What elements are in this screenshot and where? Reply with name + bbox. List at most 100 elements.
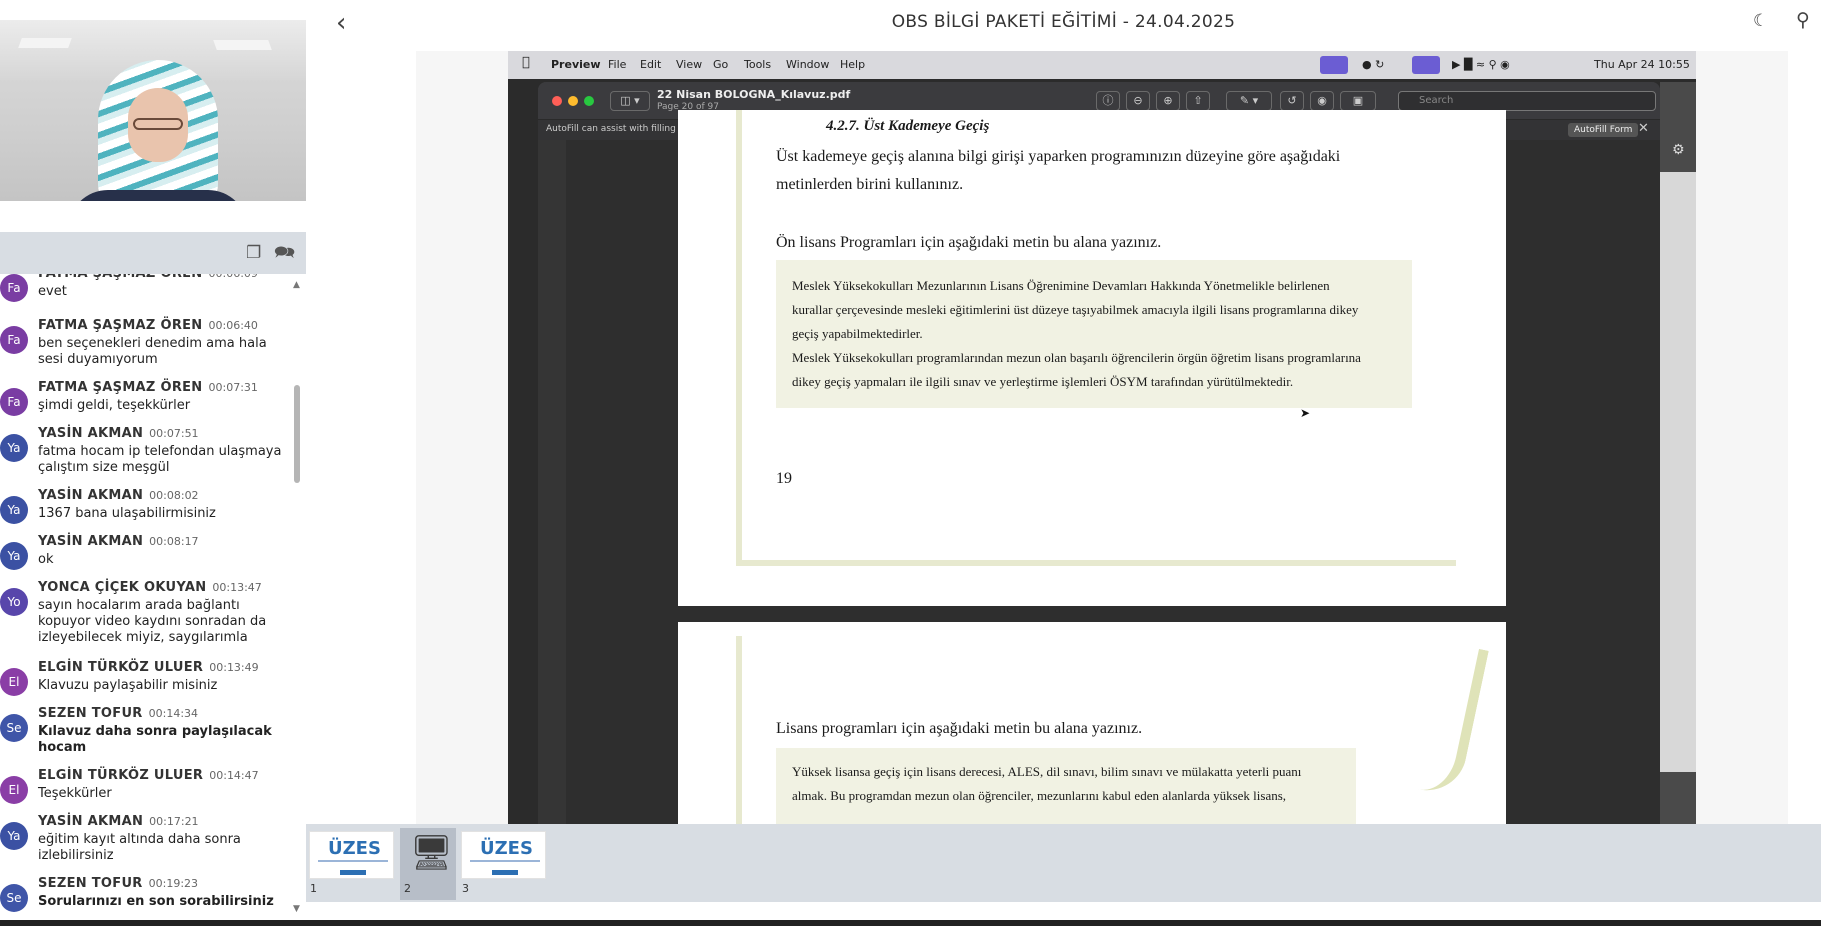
preview-search-field: Search [1398, 91, 1656, 111]
avatar: Ya [0, 496, 28, 524]
menu-go: Go [713, 58, 729, 71]
chat-text: Sorularınızı en son sorabilirsiniz [38, 894, 274, 909]
chat-text: sayın hocalarım arada bağlantı kopuyor v… [38, 598, 267, 645]
chat-timestamp: 00:14:34 [148, 707, 199, 720]
box-line: geçiş yapabilmektedirler. [792, 326, 923, 341]
chat-timestamp: 00:17:21 [149, 815, 199, 828]
menu-window: Window [786, 58, 830, 71]
screen-share-status-icon [1320, 56, 1348, 74]
avatar: Ya [0, 822, 28, 850]
chat-text: Klavuzu paylaşabilir misiniz [38, 678, 218, 693]
text-box-shaded [776, 748, 1356, 824]
pdf-viewer-area: 4.2.7. Üst Kademeye Geçiş Üst kademeye g… [538, 110, 1660, 824]
chat-timestamp: 00:08:17 [149, 535, 199, 548]
chat-author: FATMA ŞAŞMAZ ÖREN 00:07:31 [38, 380, 258, 395]
app-root: ❐ 🗪 Fa FATMA ŞAŞMAZ ÖREN 00:06:09 evet Fa FAT… [0, 0, 1821, 926]
menu-edit: Edit [640, 58, 662, 71]
session-title: OBS BİLGİ PAKETİ EĞİTİMİ - 24.04.2025 [891, 12, 1236, 32]
chat-text: şimdi geldi, teşekkürler [38, 398, 191, 413]
bottom-edge [0, 920, 1821, 926]
presenter-video-figure [68, 60, 248, 201]
chat-author: YASİN AKMAN 00:08:17 [38, 534, 199, 549]
highlight-icon: ◉ [1310, 91, 1334, 111]
search-icon[interactable]: ⚲ [1796, 9, 1810, 31]
mac-clock: Thu Apr 24 10:55 [1594, 58, 1690, 71]
chat-timestamp: 00:14:47 [209, 769, 259, 782]
rotate-icon: ↺ [1280, 91, 1304, 111]
chat-header: ❐ 🗪 [0, 232, 306, 274]
zoom-out-icon: ⊖ [1126, 91, 1150, 111]
menu-file: File [608, 58, 627, 71]
avatar: Yo [0, 588, 28, 616]
chat-text: Kılavuz daha sonra paylaşılacak hocam [38, 724, 272, 755]
watermark-leaf-icon [1389, 636, 1489, 798]
chat-author-name: YONCA ÇİÇEK OKUYAN [38, 580, 207, 595]
background-window-right: ⚙ [1660, 82, 1696, 824]
mac-menu-bar:  Preview File Edit View Go Tools Window… [508, 51, 1696, 79]
avatar: Se [0, 714, 28, 742]
sidebar-toggle-icon: ◫ ▾ [610, 91, 650, 111]
chat-author-name: ELGİN TÜRKÖZ ULUER [38, 660, 204, 675]
background-window-strip [538, 140, 566, 824]
chat-text: ok [38, 552, 54, 567]
page-number: 19 [776, 470, 792, 487]
mouse-cursor-icon: ➤ [1300, 406, 1311, 420]
webcam-video [0, 20, 306, 201]
dark-mode-moon-icon[interactable]: ☾ [1753, 11, 1768, 31]
info-icon: ⓘ [1096, 91, 1120, 111]
gear-icon: ⚙ [1672, 142, 1685, 158]
box-line: Meslek Yüksekokulları Mezunlarının Lisan… [792, 278, 1330, 293]
chat-author: FATMA ŞAŞMAZ ÖREN 00:06:09 [38, 274, 258, 281]
box-line: Meslek Yüksekokulları programlarından me… [792, 350, 1361, 365]
chat-author-name: YASİN AKMAN [38, 488, 144, 503]
chat-author-name: YASİN AKMAN [38, 814, 144, 829]
copy-icon[interactable]: ❐ [246, 244, 266, 262]
chat-author-name: SEZEN TOFUR [38, 876, 143, 891]
mirroring-status-icon [1412, 56, 1440, 74]
chat-scroll-down-arrow[interactable]: ▼ [293, 904, 300, 914]
chat-timestamp: 00:06:40 [208, 319, 258, 332]
chat-scrollbar[interactable] [294, 385, 300, 483]
chat-timestamp: 00:19:23 [148, 877, 199, 890]
status-menu-icons: ● ↻ [1362, 58, 1385, 71]
chat-author: ELGİN TÜRKÖZ ULUER 00:14:47 [38, 768, 259, 783]
chat-author: ELGİN TÜRKÖZ ULUER 00:13:49 [38, 660, 259, 675]
chat-timestamp: 00:13:47 [212, 581, 262, 594]
status-menu-icons-right: ▶ █ ≈ ⚲ ◉ [1452, 58, 1510, 71]
chat-author-name: ELGİN TÜRKÖZ ULUER [38, 768, 204, 783]
autofill-form-button: AutoFill Form [1568, 123, 1639, 137]
slide-thumbnail-1[interactable]: ÜZES 1 [306, 828, 396, 900]
chat-timestamp: 00:06:09 [209, 274, 258, 280]
chat-bubbles-icon[interactable]: 🗪 [274, 244, 295, 262]
avatar: Fa [0, 388, 28, 416]
sign-form-icon: ▣ [1340, 91, 1376, 111]
avatar: Fa [0, 326, 28, 354]
chat-message-list[interactable]: Fa FATMA ŞAŞMAZ ÖREN 00:06:09 evet Fa FATMA Ş… [0, 274, 306, 918]
minimize-window-icon [568, 96, 578, 106]
section-heading: 4.2.7. Üst Kademeye Geçiş [826, 118, 990, 134]
slide-thumbnail-2[interactable]: 🖥 2 [400, 828, 456, 900]
chat-author: FATMA ŞAŞMAZ ÖREN 00:06:40 [38, 318, 258, 333]
pdf-page-19: 4.2.7. Üst Kademeye Geçiş Üst kademeye g… [678, 110, 1506, 606]
avatar: El [0, 668, 28, 696]
paragraph-line: Lisans programları için aşağıdaki metin … [776, 720, 1143, 737]
box-line: Yüksek lisansa geçiş için lisans dereces… [792, 764, 1302, 779]
paragraph-line: Ön lisans Programları için aşağıdaki met… [776, 234, 1162, 251]
slide-thumbnail-3[interactable]: ÜZES 3 [458, 828, 548, 900]
apple-icon:  [522, 55, 530, 70]
document-title: 22 Nisan BOLOGNA_Kılavuz.pdf [657, 88, 851, 101]
avatar: Fa [0, 274, 28, 302]
menu-help: Help [840, 58, 866, 71]
chat-text: ben seçenekleri denedim ama hala sesi du… [38, 336, 267, 367]
chat-scroll-up-arrow[interactable]: ▲ [293, 280, 300, 290]
left-panel: ❐ 🗪 Fa FATMA ŞAŞMAZ ÖREN 00:06:09 evet Fa FAT… [0, 0, 306, 926]
chat-author-name: FATMA ŞAŞMAZ ÖREN [38, 274, 203, 281]
chat-timestamp: 00:08:02 [149, 489, 199, 502]
chat-author-name: FATMA ŞAŞMAZ ÖREN [38, 318, 203, 333]
markup-pen-icon: ✎ ▾ [1226, 91, 1272, 111]
box-line: dikey geçiş yapmaları ile ilgili sınav v… [792, 374, 1294, 389]
chat-author: YASİN AKMAN 00:07:51 [38, 426, 199, 441]
share-icon: ⇧ [1186, 91, 1210, 111]
presentation-thumbnail-bar: ÜZES 1 🖥 2 ÜZES 3 [306, 824, 1821, 902]
chat-author: SEZEN TOFUR 00:19:23 [38, 876, 198, 891]
